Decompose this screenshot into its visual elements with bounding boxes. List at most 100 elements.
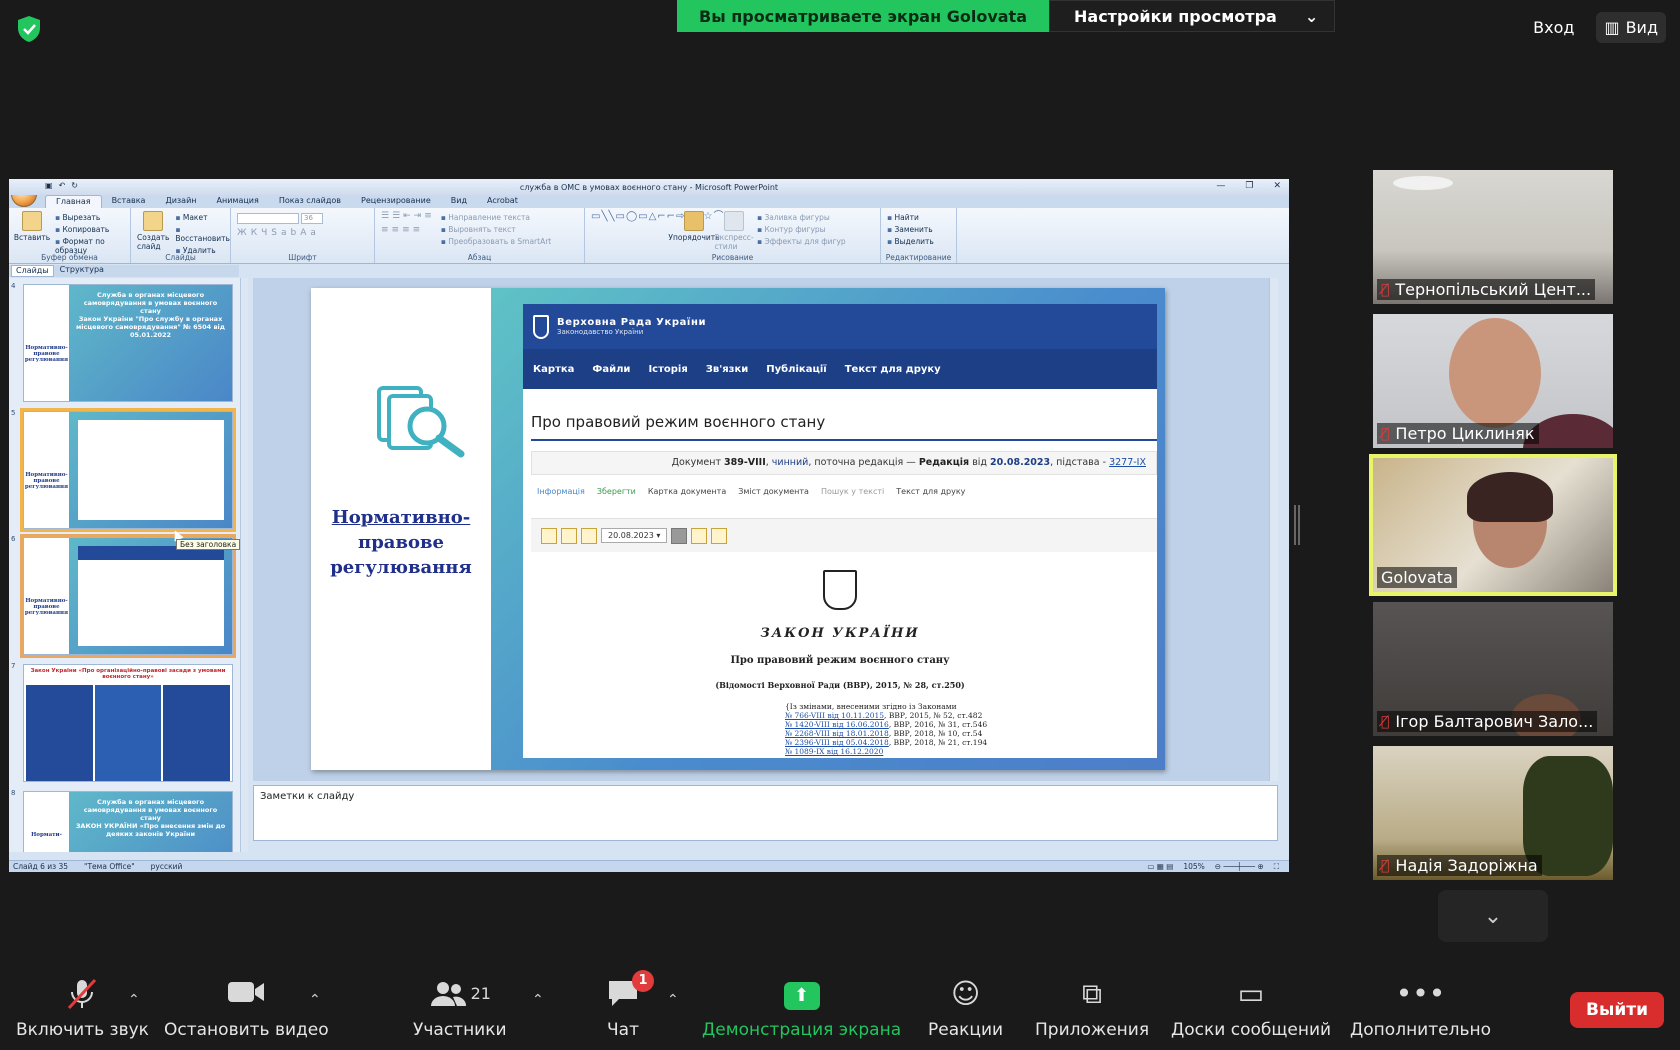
- replace-button[interactable]: Заменить: [887, 225, 934, 234]
- theme-name: "Тема Office": [84, 862, 135, 871]
- more-participants-button[interactable]: ⌄: [1438, 890, 1548, 942]
- select-button[interactable]: Выделить: [887, 237, 933, 246]
- slides-pane-tabs: Слайды Структура: [9, 265, 239, 277]
- tab-acrobat[interactable]: Acrobat: [477, 195, 528, 208]
- tab-slides[interactable]: Слайды: [11, 265, 54, 277]
- tab-outline[interactable]: Структура: [56, 265, 108, 277]
- font-name-field[interactable]: [237, 213, 299, 224]
- shape-effects-button[interactable]: Эффекты для фигур: [757, 237, 845, 246]
- undo-icon[interactable]: ↶: [59, 181, 66, 190]
- slide-thumb-7[interactable]: Закон України «Про організаційно-правові…: [23, 664, 233, 782]
- participants-label: Участники: [413, 1020, 507, 1040]
- zoom-slider[interactable]: ⊖ ───┼─── ⊕: [1215, 862, 1264, 872]
- paragraph-icons[interactable]: ☰☰⇤⇥≡: [381, 211, 435, 221]
- thumbnail-tooltip: Без заголовка: [176, 539, 241, 550]
- participant-tile[interactable]: 🎙̸ Тернопільський Цент...: [1373, 170, 1613, 304]
- mic-off-icon: 🎙̸: [1381, 713, 1390, 730]
- audio-options-chevron-icon[interactable]: ⌃: [128, 992, 140, 1008]
- tab-design[interactable]: Дизайн: [155, 195, 206, 208]
- fit-slide-icon[interactable]: ⛶: [1274, 862, 1279, 872]
- view-buttons[interactable]: ▭ ▦ ▤: [1147, 862, 1173, 872]
- tab-review[interactable]: Рецензирование: [351, 195, 441, 208]
- thumbnails-scrollbar[interactable]: [240, 278, 248, 852]
- whiteboards-button[interactable]: ▭ Доски сообщений: [1171, 978, 1331, 1041]
- tab-view[interactable]: Вид: [441, 195, 477, 208]
- nav-card: Картка: [533, 363, 575, 375]
- chevron-down-icon: ⌄: [1483, 903, 1503, 929]
- reset-button[interactable]: Восстановить: [175, 225, 230, 243]
- site-title: Верховна Рада України: [557, 317, 707, 328]
- participant-name: 🎙̸ Петро Циклиняк: [1377, 423, 1539, 444]
- document-toolbar: 20.08.2023 ▾: [531, 518, 1157, 552]
- document-actions: Інформація Зберегти Картка документа Змі…: [537, 487, 1157, 496]
- align-text-button[interactable]: Выровнять текст: [441, 225, 551, 234]
- security-shield-icon[interactable]: [14, 14, 44, 44]
- law-text: ЗАКОН УКРАЇНИ Про правовий режим воєнног…: [523, 570, 1157, 756]
- save-icon[interactable]: ▣: [45, 181, 53, 190]
- slide-thumb-8[interactable]: Нормати- Служба в органах місцевого само…: [23, 791, 233, 852]
- video-options-chevron-icon[interactable]: ⌃: [309, 992, 321, 1008]
- more-button[interactable]: ••• Дополнительно: [1350, 978, 1491, 1041]
- unmute-button[interactable]: Включить звук: [16, 978, 149, 1040]
- participant-tile[interactable]: 🎙̸ Надія Задорiжна: [1373, 746, 1613, 880]
- participant-tile[interactable]: 🎙̸ Петро Циклиняк: [1373, 314, 1613, 448]
- shape-fill-button[interactable]: Заливка фигуры: [757, 213, 846, 222]
- law-source: (Відомості Верховної Ради (ВВР), 2015, №…: [715, 680, 965, 690]
- law-type: ЗАКОН УКРАЇНИ: [760, 626, 920, 641]
- slide-thumb-5[interactable]: Нормативно-правове регулювання: [23, 411, 233, 529]
- participant-tile-active[interactable]: Golovata: [1373, 458, 1613, 592]
- copy-button[interactable]: Копировать: [55, 225, 124, 234]
- slide-thumb-4[interactable]: Нормативно-правове регулювання Служба в …: [23, 284, 233, 402]
- restore-icon[interactable]: ❐: [1245, 181, 1253, 191]
- align-icons[interactable]: ≡≡≡≡: [381, 225, 435, 235]
- participants-options-chevron-icon[interactable]: ⌃: [532, 992, 544, 1008]
- minimize-icon[interactable]: —: [1216, 181, 1225, 191]
- tab-slideshow[interactable]: Показ слайдов: [269, 195, 351, 208]
- enter-button[interactable]: Вход: [1525, 12, 1582, 43]
- close-icon[interactable]: ✕: [1273, 181, 1281, 191]
- smartart-button[interactable]: Преобразовать в SmartArt: [441, 237, 551, 246]
- tab-insert[interactable]: Вставка: [102, 195, 156, 208]
- powerpoint-window: ▣ ↶ ↻ служба в ОМС в умовах воєнного ста…: [9, 179, 1289, 872]
- grid-icon: ▥: [1604, 18, 1620, 37]
- nav-files: Файли: [592, 363, 631, 375]
- redo-icon[interactable]: ↻: [71, 181, 78, 190]
- split-view-handle[interactable]: [1294, 505, 1300, 545]
- slide-thumb-6[interactable]: Нормативно-правове регулювання: [23, 537, 233, 655]
- tab-home[interactable]: Главная: [45, 195, 102, 208]
- styles-icon: [724, 211, 744, 231]
- group-label: Слайды: [165, 253, 196, 262]
- nav-publications: Публікації: [766, 363, 827, 375]
- participant-tile[interactable]: 🎙̸ Ігор Балтарович Зало...: [1373, 602, 1613, 736]
- apps-button[interactable]: ⧉ Приложения: [1035, 978, 1149, 1041]
- leave-meeting-button[interactable]: Выйти: [1569, 992, 1664, 1028]
- current-slide[interactable]: Нормативно- правове регулювання Верховна…: [311, 288, 1165, 770]
- quick-access-toolbar: ▣ ↶ ↻: [45, 181, 78, 190]
- arrange-icon: [684, 211, 704, 231]
- share-screen-button[interactable]: ⬆ Демонстрация экрана: [702, 980, 901, 1040]
- legislation-webpage-screenshot: Верховна Рада України Законодавство Укра…: [523, 304, 1157, 758]
- reactions-button[interactable]: ☺ Реакции: [928, 978, 1003, 1041]
- chat-options-chevron-icon[interactable]: ⌃: [667, 992, 679, 1008]
- find-button[interactable]: Найти: [887, 213, 934, 222]
- thumb-number: 7: [11, 662, 16, 670]
- slide-notes[interactable]: Заметки к слайду: [253, 785, 1278, 841]
- shape-outline-button[interactable]: Контур фигуры: [757, 225, 846, 234]
- font-size-field[interactable]: 36: [301, 213, 323, 224]
- stop-video-button[interactable]: Остановить видео: [164, 978, 329, 1040]
- view-button[interactable]: ▥ Вид: [1596, 12, 1666, 43]
- layout-button[interactable]: Макет: [175, 213, 230, 222]
- cut-button[interactable]: Вырезать: [55, 213, 124, 222]
- document-preview: [78, 420, 224, 520]
- nav-history: Історія: [648, 363, 688, 375]
- law-name: Про правовий режим воєнного стану: [730, 655, 950, 666]
- group-label: Абзац: [467, 253, 492, 262]
- chat-button[interactable]: 1 Чат: [606, 970, 654, 1040]
- text-direction-button[interactable]: Направление текста: [441, 213, 551, 222]
- participants-button[interactable]: 21 Участники: [413, 978, 507, 1040]
- tab-animation[interactable]: Анимация: [207, 195, 269, 208]
- font-format-icons[interactable]: ЖКЧSabAa: [237, 228, 323, 238]
- view-options-dropdown[interactable]: Настройки просмотра ⌄: [1049, 0, 1336, 32]
- editor-scrollbar[interactable]: [1269, 278, 1278, 781]
- chat-label: Чат: [607, 1020, 639, 1040]
